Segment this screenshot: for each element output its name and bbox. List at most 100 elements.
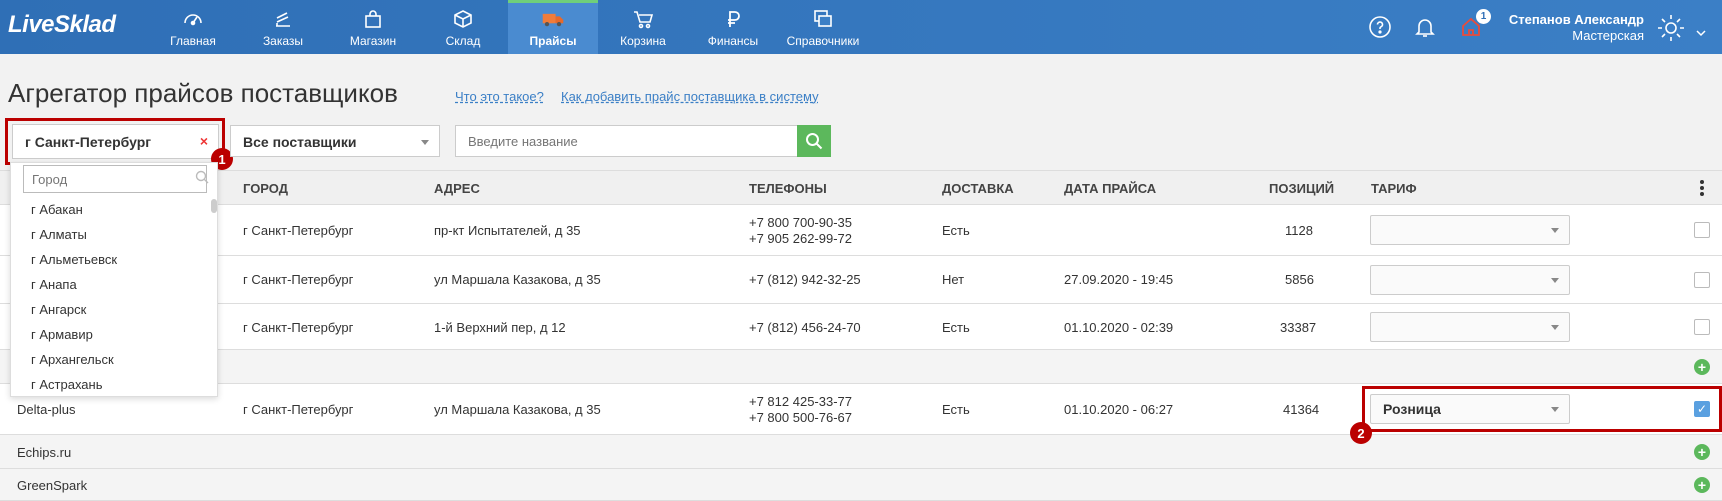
- row-phone: +7 812 425-33-77: [749, 394, 853, 409]
- nav-item-shop[interactable]: Магазин: [328, 0, 418, 54]
- row-positions: 1128: [1285, 223, 1313, 238]
- table-row[interactable]: г Санкт-Петербург пр-кт Испытателей, д 3…: [0, 205, 1722, 256]
- highlight-box-1: [5, 118, 225, 165]
- user-name: Степанов Александр: [1508, 12, 1644, 27]
- col-delivery[interactable]: ДОСТАВКА: [942, 181, 1014, 196]
- col-city[interactable]: ГОРОД: [243, 181, 288, 196]
- tariff-select[interactable]: [1370, 312, 1570, 342]
- col-address[interactable]: АДРЕС: [434, 181, 480, 196]
- nav-label: Справочники: [786, 34, 860, 48]
- chevron-down-icon[interactable]: [1696, 24, 1706, 37]
- city-search-input[interactable]: [23, 165, 207, 193]
- dashboard-icon: [181, 8, 205, 30]
- row-positions: 5856: [1285, 272, 1314, 287]
- add-icon[interactable]: +: [1694, 444, 1710, 460]
- supplier-group-row[interactable]: GreenSpark +: [0, 469, 1722, 501]
- add-icon[interactable]: +: [1694, 477, 1710, 493]
- tariff-select[interactable]: [1370, 215, 1570, 245]
- add-icon[interactable]: +: [1694, 359, 1710, 375]
- row-address: ул Маршала Казакова, д 35: [434, 272, 601, 287]
- row-city: г Санкт-Петербург: [243, 223, 354, 238]
- row-delivery: Есть: [942, 320, 970, 335]
- shop-bag-icon: [361, 8, 385, 30]
- caret-down-icon: [421, 140, 429, 145]
- truck-icon: [541, 8, 565, 30]
- notification-badge: 1: [1476, 9, 1491, 24]
- nav-item-prices[interactable]: Прайсы: [508, 0, 598, 54]
- row-phone: +7 800 700-90-35: [749, 215, 853, 230]
- directories-icon: [811, 8, 835, 30]
- caret-down-icon: [1551, 228, 1559, 233]
- bell-icon[interactable]: [1413, 15, 1437, 39]
- table-row[interactable]: г Санкт-Петербург ул Маршала Казакова, д…: [0, 256, 1722, 304]
- col-price-date[interactable]: ДАТА ПРАЙСА: [1064, 181, 1156, 196]
- supplier-group-row[interactable]: Echips.ru +: [0, 435, 1722, 469]
- user-role: Мастерская: [1572, 28, 1644, 43]
- nav-item-dashboard[interactable]: Главная: [148, 0, 238, 54]
- search-button[interactable]: [797, 125, 831, 157]
- highlight-box-2: [1362, 386, 1722, 432]
- warehouse-box-icon: [451, 8, 475, 30]
- city-option[interactable]: г Алматы: [31, 227, 87, 242]
- city-dropdown: г Абакан г Алматы г Альметьевск г Анапа …: [10, 162, 218, 397]
- settings-gear-icon[interactable]: [1654, 11, 1688, 45]
- nav-label: Корзина: [620, 34, 666, 48]
- city-option[interactable]: г Анапа: [31, 277, 77, 292]
- logo[interactable]: LiveSklad: [8, 11, 116, 39]
- city-option[interactable]: г Астрахань: [31, 377, 102, 392]
- table-header: ГОРОД АДРЕС ТЕЛЕФОНЫ ДОСТАВКА ДАТА ПРАЙС…: [0, 170, 1722, 205]
- tariff-select[interactable]: [1370, 265, 1570, 295]
- callout-marker-2: 2: [1350, 422, 1372, 444]
- row-date: 01.10.2020 - 02:39: [1064, 320, 1174, 335]
- row-positions: 33387: [1280, 320, 1317, 335]
- nav-label: Заказы: [262, 34, 304, 48]
- row-date: 01.10.2020 - 06:27: [1064, 402, 1174, 417]
- cart-icon: [631, 8, 655, 30]
- row-phone: +7 905 262-99-72: [749, 231, 853, 246]
- user-info[interactable]: Степанов Александр Мастерская: [1509, 12, 1644, 44]
- top-navigation-bar: LiveSklad Главная Заказы Магазин Склад П…: [0, 0, 1722, 54]
- city-option[interactable]: г Архангельск: [31, 352, 114, 367]
- row-phone: +7 (812) 942-32-25: [749, 272, 861, 287]
- nav-item-orders[interactable]: Заказы: [238, 0, 328, 54]
- page-title: Агрегатор прайсов поставщиков: [8, 78, 398, 108]
- table-row[interactable]: г Санкт-Петербург 1-й Верхний пер, д 12 …: [0, 304, 1722, 350]
- city-option[interactable]: г Абакан: [31, 202, 83, 217]
- city-option[interactable]: г Альметьевск: [31, 252, 117, 267]
- row-city: г Санкт-Петербург: [243, 320, 354, 335]
- supplier-select-value: Все поставщики: [243, 134, 357, 150]
- dropdown-scrollbar[interactable]: [211, 199, 217, 213]
- row-city: г Санкт-Петербург: [243, 402, 354, 417]
- supplier-select[interactable]: Все поставщики: [230, 125, 440, 157]
- nav-item-directories[interactable]: Справочники: [778, 0, 868, 54]
- home-notification-icon[interactable]: 1: [1459, 9, 1491, 39]
- how-to-add-price-link[interactable]: Как добавить прайс поставщика в систему: [561, 89, 819, 104]
- more-options-icon[interactable]: [1700, 180, 1704, 198]
- nav-label: Магазин: [349, 34, 397, 48]
- city-option[interactable]: г Ангарск: [31, 302, 86, 317]
- row-delivery: Есть: [942, 223, 970, 238]
- nav-item-warehouse[interactable]: Склад: [418, 0, 508, 54]
- search-input[interactable]: [455, 125, 798, 157]
- row-checkbox[interactable]: [1694, 272, 1710, 288]
- nav-item-cart[interactable]: Корзина: [598, 0, 688, 54]
- row-checkbox[interactable]: [1694, 319, 1710, 335]
- nav-label: Прайсы: [529, 34, 577, 48]
- col-tariff[interactable]: ТАРИФ: [1371, 181, 1417, 196]
- supplier-name: Echips.ru: [17, 445, 72, 460]
- row-checkbox[interactable]: [1694, 222, 1710, 238]
- city-option[interactable]: г Армавир: [31, 327, 93, 342]
- nav-label: Склад: [445, 34, 481, 48]
- row-date: 27.09.2020 - 19:45: [1064, 272, 1174, 287]
- col-positions[interactable]: ПОЗИЦИЙ: [1269, 181, 1334, 196]
- nav-label: Финансы: [707, 34, 759, 48]
- supplier-group-row[interactable]: +: [0, 350, 1722, 384]
- help-icon[interactable]: [1368, 15, 1392, 39]
- col-phones[interactable]: ТЕЛЕФОНЫ: [749, 181, 827, 196]
- supplier-name: GreenSpark: [17, 478, 88, 493]
- row-delivery: Есть: [942, 402, 970, 417]
- nav-item-finance[interactable]: Финансы: [688, 0, 778, 54]
- row-delivery: Нет: [942, 272, 965, 287]
- what-is-this-link[interactable]: Что это такое?: [455, 89, 544, 104]
- row-phone: +7 (812) 456-24-70: [749, 320, 861, 335]
